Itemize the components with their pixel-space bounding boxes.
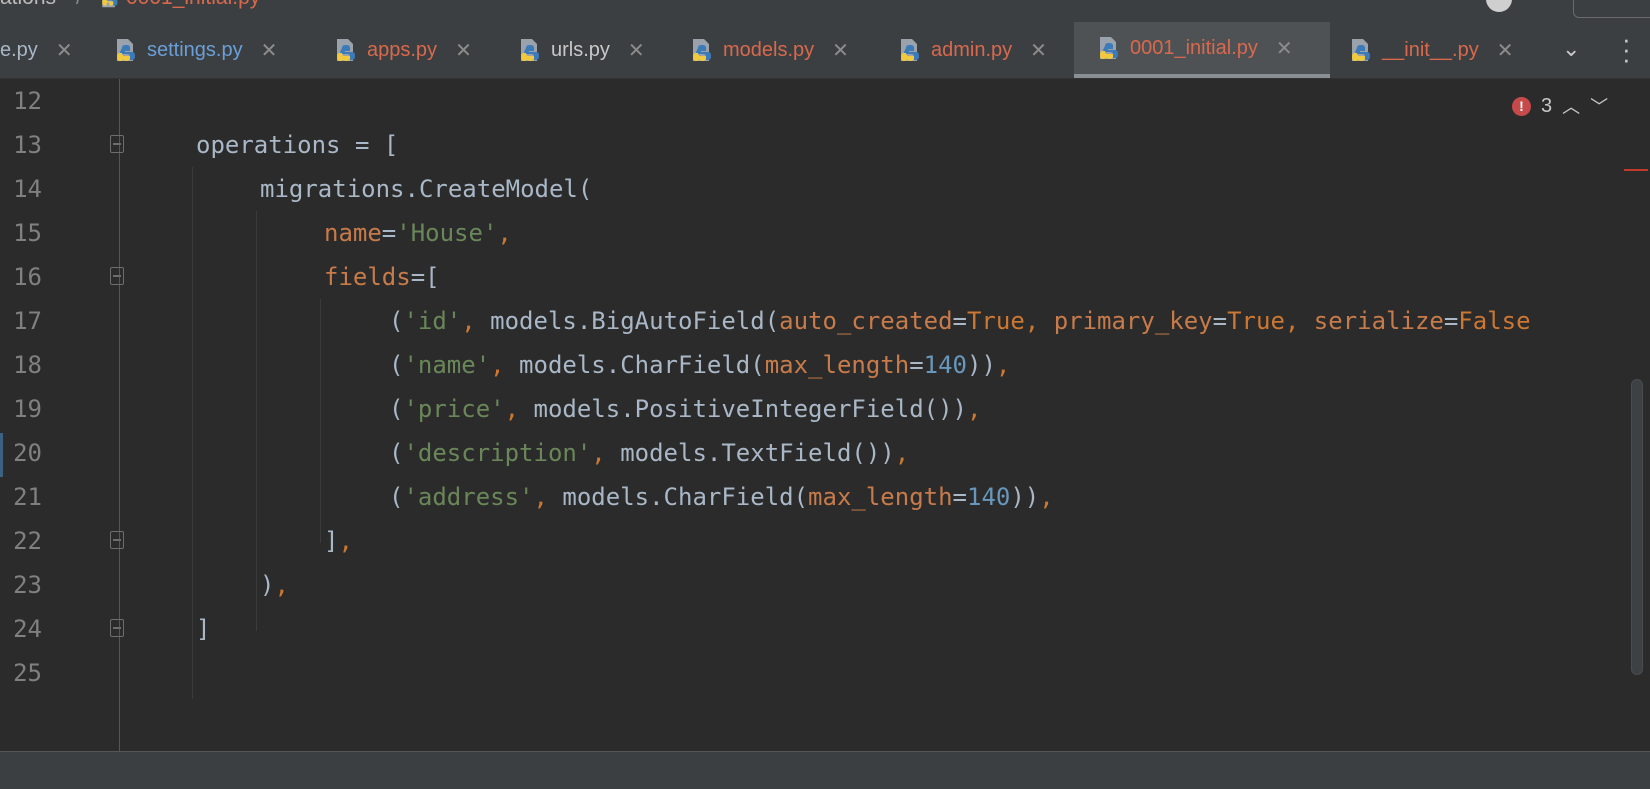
close-icon[interactable]: ✕ (1030, 38, 1047, 63)
code-line: 24 ] (0, 607, 1650, 651)
close-icon[interactable]: ✕ (832, 38, 849, 63)
tab-label: __init__.py (1382, 38, 1479, 61)
fold-icon[interactable] (110, 531, 124, 549)
line-number: 18 (13, 351, 42, 379)
code-text: ), (260, 571, 289, 599)
python-file-icon (1100, 37, 1118, 59)
code-line: 13 operations = [ (0, 123, 1650, 167)
fold-icon[interactable] (110, 135, 124, 153)
tab-label: admin.py (931, 38, 1013, 61)
tab-init-py[interactable]: __init__.py ✕ (1348, 22, 1538, 78)
code-line: 12 (0, 79, 1650, 123)
line-number: 15 (13, 219, 42, 247)
close-icon[interactable]: ✕ (1276, 36, 1293, 61)
tab-urls-py[interactable]: urls.py ✕ (517, 22, 659, 78)
close-icon[interactable]: ✕ (455, 38, 472, 63)
code-text: operations = [ (196, 131, 399, 159)
editor-tab-bar: e.py ✕ settings.py ✕ apps.py ✕ urls.py ✕ (0, 22, 1650, 79)
code-text: ], (324, 527, 353, 555)
tab-models-py[interactable]: models.py ✕ (689, 22, 869, 78)
code-text: ('address', models.CharField(max_length=… (389, 483, 1054, 511)
breadcrumb-file[interactable]: 0001_initial.py (98, 0, 260, 10)
code-text: ] (196, 615, 211, 643)
code-line: 22 ], (0, 519, 1650, 563)
line-number: 24 (13, 615, 42, 643)
tab-label: e.py (0, 38, 38, 61)
code-line: 20 ('description', models.TextField()), (0, 431, 1650, 475)
line-number: 22 (13, 527, 42, 555)
close-icon[interactable]: ✕ (56, 38, 73, 63)
line-number: 20 (13, 439, 42, 467)
more-vertical-icon[interactable]: · · · (1622, 26, 1631, 72)
code-line: 21 ('address', models.CharField(max_leng… (0, 475, 1650, 519)
status-bar (0, 751, 1650, 789)
code-text: ('price', models.PositiveIntegerField())… (389, 395, 982, 423)
user-avatar[interactable] (1486, 0, 1512, 12)
chevron-down-icon[interactable]: ⌄ (1562, 36, 1580, 62)
code-line: 17 ('id', models.BigAutoField(auto_creat… (0, 299, 1650, 343)
code-line: 14 migrations.CreateModel( (0, 167, 1650, 211)
python-file-icon (102, 0, 118, 8)
python-file-icon (117, 39, 135, 61)
breadcrumb-separator: / (76, 0, 82, 10)
code-text: migrations.CreateModel( (260, 175, 593, 203)
line-number: 17 (13, 307, 42, 335)
fold-icon[interactable] (110, 619, 124, 637)
code-editor[interactable]: ! 3 ︿ ﹀ 12 13 operations = [ 14 migratio… (0, 79, 1650, 751)
tab-label: apps.py (367, 38, 438, 61)
tab-label: 0001_initial.py (1130, 36, 1258, 59)
run-config-button[interactable] (1573, 0, 1650, 18)
code-text: ('id', models.BigAutoField(auto_created=… (389, 307, 1531, 335)
tab-admin-py[interactable]: admin.py ✕ (897, 22, 1063, 78)
line-number: 14 (13, 175, 42, 203)
code-line: 15 name='House', (0, 211, 1650, 255)
line-number: 25 (13, 659, 42, 687)
line-number: 19 (13, 395, 42, 423)
code-line: 25 (0, 651, 1650, 695)
code-line: 23 ), (0, 563, 1650, 607)
line-number: 23 (13, 571, 42, 599)
python-file-icon (901, 39, 919, 61)
close-icon[interactable]: ✕ (628, 38, 645, 63)
code-line: 19 ('price', models.PositiveIntegerField… (0, 387, 1650, 431)
line-number: 21 (13, 483, 42, 511)
line-number: 12 (13, 87, 42, 115)
code-text: ('description', models.TextField()), (389, 439, 910, 467)
code-text: name='House', (324, 219, 512, 247)
python-file-icon (337, 39, 355, 61)
code-line: 16 fields=[ (0, 255, 1650, 299)
breadcrumb: ations / 0001_initial.py (0, 0, 1650, 23)
python-file-icon (521, 39, 539, 61)
python-file-icon (693, 39, 711, 61)
python-file-icon (1352, 39, 1370, 61)
tab-label: urls.py (551, 38, 610, 61)
line-number: 16 (13, 263, 42, 291)
code-text: ('name', models.CharField(max_length=140… (389, 351, 1011, 379)
tab-label: settings.py (147, 38, 243, 61)
tab-settings-py[interactable]: settings.py ✕ (113, 22, 309, 78)
fold-icon[interactable] (110, 267, 124, 285)
code-text: fields=[ (324, 263, 440, 291)
tab-e-py[interactable]: e.py ✕ (0, 22, 92, 78)
breadcrumb-file-label: 0001_initial.py (126, 0, 260, 10)
tab-label: models.py (723, 38, 815, 61)
tab-0001-initial-py[interactable]: 0001_initial.py ✕ (1074, 22, 1330, 78)
close-icon[interactable]: ✕ (261, 38, 278, 63)
breadcrumb-folder[interactable]: ations (0, 0, 56, 10)
line-number: 13 (13, 131, 42, 159)
code-line: 18 ('name', models.CharField(max_length=… (0, 343, 1650, 387)
tab-apps-py[interactable]: apps.py ✕ (333, 22, 489, 78)
close-icon[interactable]: ✕ (1497, 38, 1514, 63)
